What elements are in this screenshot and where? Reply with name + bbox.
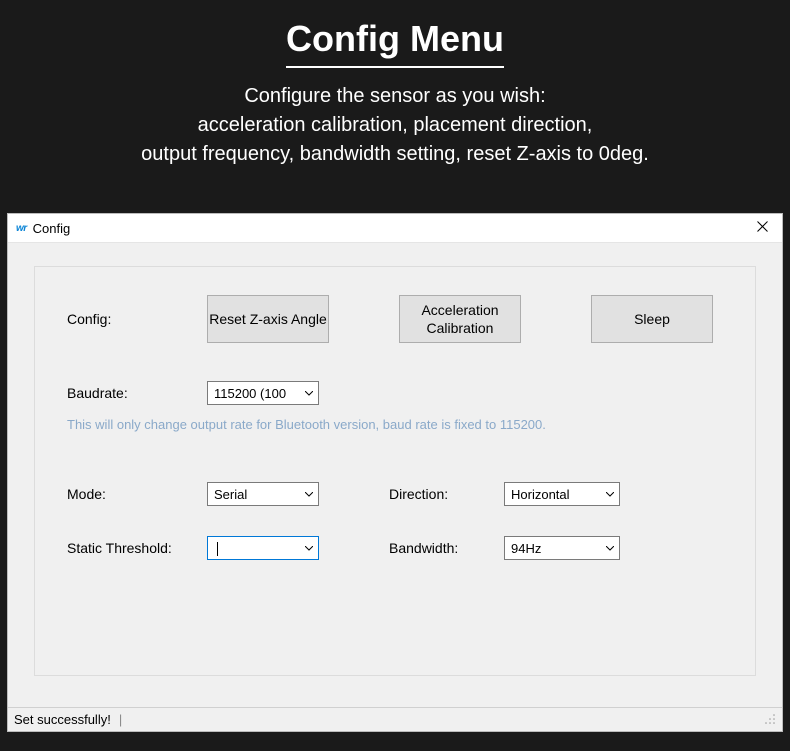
- mode-select[interactable]: Serial: [207, 482, 319, 506]
- close-button[interactable]: [752, 218, 772, 238]
- app-icon: wr: [16, 223, 27, 234]
- baudrate-label: Baudrate:: [67, 385, 207, 401]
- baudrate-note: This will only change output rate for Bl…: [67, 417, 723, 432]
- window-titlebar: wr Config: [8, 214, 782, 243]
- sleep-label: Sleep: [634, 310, 670, 328]
- acceleration-calibration-button[interactable]: Acceleration Calibration: [399, 295, 521, 343]
- bandwidth-value: 94Hz: [505, 541, 601, 556]
- config-panel: Config: Reset Z-axis Angle Acceleration …: [34, 266, 756, 676]
- reset-z-axis-button[interactable]: Reset Z-axis Angle: [207, 295, 329, 343]
- direction-label: Direction:: [389, 486, 504, 502]
- page-header: Config Menu Configure the sensor as you …: [0, 0, 790, 169]
- page-description: Configure the sensor as you wish: accele…: [0, 82, 790, 169]
- bandwidth-label: Bandwidth:: [389, 540, 504, 556]
- window-client-area: Config: Reset Z-axis Angle Acceleration …: [8, 243, 782, 707]
- chevron-down-icon: [300, 388, 318, 399]
- text-cursor: [217, 542, 218, 556]
- static-threshold-label: Static Threshold:: [67, 540, 207, 556]
- direction-value: Horizontal: [505, 487, 601, 502]
- desc-line-2: acceleration calibration, placement dire…: [0, 111, 790, 140]
- baudrate-select[interactable]: 115200 (100: [207, 381, 319, 405]
- window-title: Config: [33, 221, 71, 236]
- chevron-down-icon: [300, 543, 318, 554]
- config-label: Config:: [67, 311, 207, 327]
- mode-label: Mode:: [67, 486, 207, 502]
- chevron-down-icon: [300, 489, 318, 500]
- mode-value: Serial: [208, 487, 300, 502]
- status-text: Set successfully!: [14, 712, 111, 727]
- status-separator: |: [115, 712, 126, 727]
- desc-line-1: Configure the sensor as you wish:: [0, 82, 790, 111]
- acceleration-calibration-label: Acceleration Calibration: [400, 301, 520, 337]
- direction-select[interactable]: Horizontal: [504, 482, 620, 506]
- reset-z-axis-label: Reset Z-axis Angle: [209, 310, 327, 328]
- status-bar: Set successfully! |: [8, 707, 782, 731]
- baudrate-value: 115200 (100: [208, 386, 300, 401]
- chevron-down-icon: [601, 489, 619, 500]
- config-window: wr Config Config: Reset Z-axis Angle: [7, 213, 783, 732]
- page-title: Config Menu: [286, 18, 504, 68]
- static-threshold-select[interactable]: [207, 536, 319, 560]
- chevron-down-icon: [601, 543, 619, 554]
- desc-line-3: output frequency, bandwidth setting, res…: [0, 140, 790, 169]
- resize-grip[interactable]: [764, 713, 776, 726]
- sleep-button[interactable]: Sleep: [591, 295, 713, 343]
- close-icon: [757, 221, 768, 232]
- static-threshold-value: [208, 540, 300, 556]
- bandwidth-select[interactable]: 94Hz: [504, 536, 620, 560]
